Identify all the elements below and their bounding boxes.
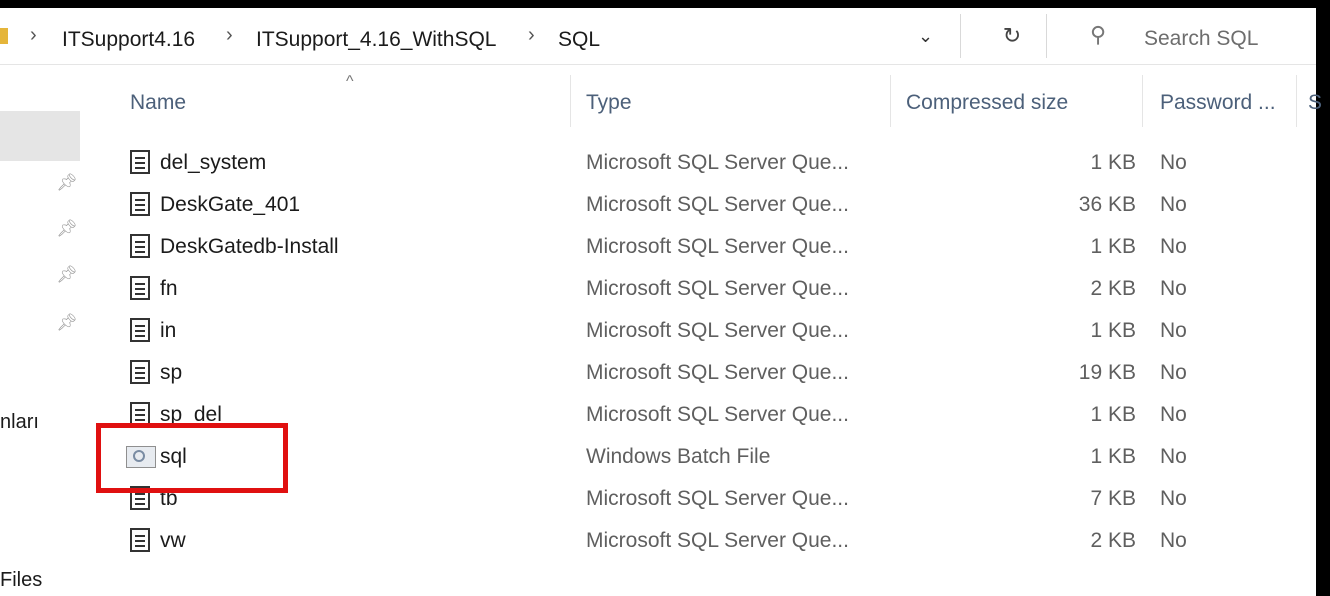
pin-icon[interactable]: 📌︎ — [56, 265, 78, 285]
pin-icon[interactable]: 📌︎ — [56, 173, 78, 193]
sql-script-icon — [130, 234, 150, 258]
file-password: No — [1160, 487, 1187, 510]
file-name: vw — [160, 529, 186, 552]
address-bar: › ITSupport4.16 › ITSupport_4.16_WithSQL… — [0, 8, 1316, 65]
breadcrumb-item-withsql[interactable]: ITSupport_4.16_WithSQL — [256, 28, 496, 52]
list-item[interactable]: in Microsoft SQL Server Que... 1 KB No — [96, 309, 1316, 354]
file-size: 7 KB — [1090, 487, 1136, 510]
file-size: 19 KB — [1078, 361, 1136, 384]
sql-script-icon — [130, 276, 150, 300]
file-type: Microsoft SQL Server Que... — [586, 403, 849, 426]
column-header-password[interactable]: Password ... — [1160, 91, 1276, 115]
folder-icon — [0, 28, 8, 44]
column-divider[interactable] — [570, 75, 571, 127]
file-type: Windows Batch File — [586, 445, 771, 468]
sidebar-item-label[interactable]: nları — [0, 411, 39, 434]
sql-script-icon — [130, 150, 150, 174]
column-divider[interactable] — [1296, 75, 1297, 127]
sql-script-icon — [130, 318, 150, 342]
navigation-pane: 📌︎ 📌︎ 📌︎ 📌︎ nları Files — [0, 65, 96, 596]
file-password: No — [1160, 529, 1187, 552]
file-password: No — [1160, 361, 1187, 384]
file-name: in — [160, 319, 177, 342]
search-placeholder: Search SQL — [1144, 27, 1259, 50]
search-icon: ⚲ — [1090, 22, 1107, 47]
file-password: No — [1160, 235, 1187, 258]
list-item[interactable]: DeskGate_401 Microsoft SQL Server Que...… — [96, 183, 1316, 228]
sort-ascending-icon: ^ — [346, 73, 354, 90]
chevron-down-icon[interactable]: ⌄ — [918, 26, 933, 47]
sql-script-icon — [130, 528, 150, 552]
file-size: 2 KB — [1090, 529, 1136, 552]
breadcrumb-item-itsupport[interactable]: ITSupport4.16 — [62, 28, 195, 52]
file-password: No — [1160, 319, 1187, 342]
chevron-right-icon[interactable]: › — [528, 24, 535, 47]
column-header-compressed-size[interactable]: Compressed size — [906, 91, 1068, 115]
column-header-row: ^ Name Type Compressed size Password ...… — [96, 65, 1322, 143]
chevron-right-icon[interactable]: › — [226, 24, 233, 47]
list-item[interactable]: fn Microsoft SQL Server Que... 2 KB No — [96, 267, 1316, 312]
list-item[interactable]: del_system Microsoft SQL Server Que... 1… — [96, 141, 1316, 186]
file-password: No — [1160, 403, 1187, 426]
sidebar-item-label[interactable]: Files — [0, 569, 42, 592]
file-name: fn — [160, 277, 178, 300]
chevron-right-icon[interactable]: › — [30, 24, 37, 47]
file-type: Microsoft SQL Server Que... — [586, 319, 849, 342]
file-type: Microsoft SQL Server Que... — [586, 361, 849, 384]
column-header-extra[interactable]: S — [1308, 91, 1322, 115]
file-size: 1 KB — [1090, 235, 1136, 258]
file-size: 1 KB — [1090, 151, 1136, 174]
pin-icon[interactable]: 📌︎ — [56, 219, 78, 239]
file-type: Microsoft SQL Server Que... — [586, 277, 849, 300]
file-password: No — [1160, 151, 1187, 174]
file-password: No — [1160, 445, 1187, 468]
list-item[interactable]: sp Microsoft SQL Server Que... 19 KB No — [96, 351, 1316, 396]
file-name: sp — [160, 361, 183, 384]
file-type: Microsoft SQL Server Que... — [586, 235, 849, 258]
file-type: Microsoft SQL Server Que... — [586, 529, 849, 552]
file-size: 36 KB — [1078, 193, 1136, 216]
column-header-name[interactable]: Name — [130, 91, 186, 115]
file-size: 1 KB — [1090, 445, 1136, 468]
file-size: 1 KB — [1090, 403, 1136, 426]
breadcrumb-item-sql[interactable]: SQL — [558, 28, 600, 52]
refresh-button[interactable]: ↻ — [978, 14, 1047, 58]
pin-icon[interactable]: 📌︎ — [56, 313, 78, 333]
file-name: DeskGate_401 — [160, 193, 301, 216]
file-password: No — [1160, 193, 1187, 216]
breadcrumb[interactable]: › ITSupport4.16 › ITSupport_4.16_WithSQL… — [0, 14, 961, 58]
frame-right-edge — [1316, 0, 1330, 596]
refresh-icon: ↻ — [1002, 23, 1022, 48]
sql-script-icon — [130, 360, 150, 384]
highlight-annotation-box — [96, 423, 288, 493]
frame-top-edge — [0, 0, 1330, 8]
search-input[interactable]: ⚲ Search SQL — [1060, 14, 1316, 58]
file-type: Microsoft SQL Server Que... — [586, 487, 849, 510]
list-item[interactable]: DeskGatedb-Install Microsoft SQL Server … — [96, 225, 1316, 270]
list-item[interactable]: vw Microsoft SQL Server Que... 2 KB No — [96, 519, 1316, 564]
file-size: 2 KB — [1090, 277, 1136, 300]
column-divider[interactable] — [1142, 75, 1143, 127]
column-divider[interactable] — [890, 75, 891, 127]
file-name: DeskGatedb-Install — [160, 235, 339, 258]
file-type: Microsoft SQL Server Que... — [586, 151, 849, 174]
file-type: Microsoft SQL Server Que... — [586, 193, 849, 216]
file-password: No — [1160, 277, 1187, 300]
sidebar-item-selected[interactable] — [0, 111, 80, 161]
column-header-type[interactable]: Type — [586, 91, 632, 115]
file-size: 1 KB — [1090, 319, 1136, 342]
file-name: del_system — [160, 151, 267, 174]
sql-script-icon — [130, 192, 150, 216]
